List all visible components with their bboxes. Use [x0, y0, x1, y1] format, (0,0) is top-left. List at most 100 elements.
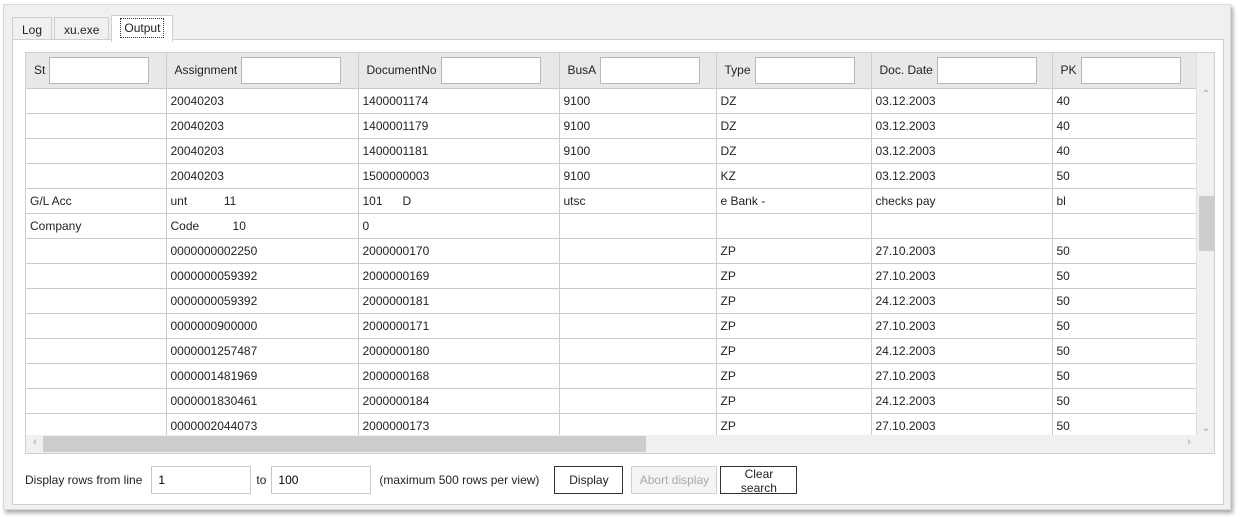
horizontal-scrollbar[interactable]: ‹ ›	[26, 435, 1214, 453]
table-row[interactable]: 20040203 1400001179 9100 DZ 03.12.2003 40	[26, 113, 1198, 139]
table-cell-documentno[interactable]: 2000000180	[358, 338, 560, 364]
table-cell-pk[interactable]: 50	[1052, 238, 1198, 264]
table-row[interactable]: Company Code 10 0	[26, 213, 1198, 239]
filter-input-st[interactable]	[49, 56, 150, 84]
table-cell-doc-date[interactable]: 24.12.2003	[871, 388, 1053, 414]
table-cell-st[interactable]	[26, 138, 167, 164]
table-cell-documentno[interactable]: 2000000171	[358, 313, 560, 339]
table-cell-pk[interactable]: bl	[1052, 188, 1198, 214]
table-cell-assignment[interactable]: 0000000059392	[166, 263, 359, 289]
table-cell-st[interactable]	[26, 363, 167, 389]
table-cell-assignment[interactable]: 0000001830461	[166, 388, 359, 414]
table-cell-doc-date[interactable]: 27.10.2003	[871, 263, 1053, 289]
table-cell-type[interactable]: DZ	[716, 113, 872, 139]
table-cell-st[interactable]	[26, 338, 167, 364]
filter-input-type[interactable]	[754, 56, 855, 84]
column-header-documentno[interactable]: DocumentNo	[358, 53, 560, 89]
table-cell-st[interactable]	[26, 288, 167, 314]
table-cell-type[interactable]: DZ	[716, 88, 872, 114]
table-row[interactable]: 0000000059392 2000000169 ZP 27.10.2003 50	[26, 263, 1198, 289]
filter-input-doc-date[interactable]	[936, 56, 1037, 84]
table-cell-pk[interactable]: 50	[1052, 263, 1198, 289]
table-cell-busa[interactable]	[559, 213, 717, 239]
table-cell-busa[interactable]: 9100	[559, 113, 717, 139]
column-header-assignment[interactable]: Assignment	[166, 53, 359, 89]
table-cell-assignment[interactable]: 20040203	[166, 163, 359, 189]
table-row[interactable]: 0000001481969 2000000168 ZP 27.10.2003 50	[26, 363, 1198, 389]
clear-search-button[interactable]: Clear search	[720, 466, 798, 495]
table-cell-doc-date[interactable]: 03.12.2003	[871, 163, 1053, 189]
table-cell-busa[interactable]	[559, 338, 717, 364]
table-row[interactable]: 0000000059392 2000000181 ZP 24.12.2003 50	[26, 288, 1198, 314]
display-button[interactable]: Display	[554, 466, 624, 494]
table-row[interactable]: 20040203 1500000003 9100 KZ 03.12.2003 50	[26, 163, 1198, 189]
table-row[interactable]: 20040203 1400001174 9100 DZ 03.12.2003 40	[26, 88, 1198, 114]
table-cell-pk[interactable]: 50	[1052, 163, 1198, 189]
table-cell-type[interactable]: ZP	[716, 363, 872, 389]
filter-input-busa[interactable]	[600, 56, 701, 84]
table-cell-pk[interactable]	[1052, 213, 1198, 239]
table-cell-documentno[interactable]: 2000000168	[358, 363, 560, 389]
table-cell-doc-date[interactable]: 03.12.2003	[871, 138, 1053, 164]
table-cell-assignment[interactable]: 0000001257487	[166, 338, 359, 364]
table-cell-busa[interactable]	[559, 363, 717, 389]
table-cell-type[interactable]: ZP	[716, 238, 872, 264]
table-cell-assignment[interactable]: 0000000059392	[166, 288, 359, 314]
table-cell-type[interactable]: ZP	[716, 263, 872, 289]
table-cell-doc-date[interactable]: 24.12.2003	[871, 288, 1053, 314]
table-cell-doc-date[interactable]: 27.10.2003	[871, 238, 1053, 264]
table-cell-pk[interactable]: 50	[1052, 338, 1198, 364]
table-cell-type[interactable]: KZ	[716, 163, 872, 189]
column-header-doc-date[interactable]: Doc. Date	[871, 53, 1053, 89]
table-cell-documentno[interactable]: 1400001181	[358, 138, 560, 164]
column-header-type[interactable]: Type	[716, 53, 872, 89]
table-cell-st[interactable]	[26, 88, 167, 114]
filter-input-assignment[interactable]	[241, 56, 342, 84]
table-cell-assignment[interactable]: Code 10	[166, 213, 359, 239]
table-cell-documentno[interactable]: 2000000184	[358, 388, 560, 414]
table-row[interactable]: 0000000900000 2000000171 ZP 27.10.2003 50	[26, 313, 1198, 339]
table-row[interactable]: 0000001830461 2000000184 ZP 24.12.2003 50	[26, 388, 1198, 414]
to-line-input[interactable]	[271, 466, 372, 494]
table-cell-busa[interactable]	[559, 288, 717, 314]
vertical-scrollbar[interactable]: ⌃ ⌄	[1196, 53, 1214, 436]
table-cell-doc-date[interactable]: checks pay	[871, 188, 1053, 214]
chevron-up-icon[interactable]: ⌃	[1197, 89, 1214, 100]
table-cell-assignment[interactable]: 0000001481969	[166, 363, 359, 389]
table-cell-documentno[interactable]: 2000000169	[358, 263, 560, 289]
filter-input-pk[interactable]	[1080, 56, 1181, 84]
table-cell-st[interactable]	[26, 163, 167, 189]
table-cell-st[interactable]	[26, 238, 167, 264]
table-cell-busa[interactable]: 9100	[559, 163, 717, 189]
table-cell-documentno[interactable]: 101 D	[358, 188, 560, 214]
table-row[interactable]: 0000000002250 2000000170 ZP 27.10.2003 50	[26, 238, 1198, 264]
table-cell-assignment[interactable]: 20040203	[166, 113, 359, 139]
vertical-scroll-thumb[interactable]	[1199, 196, 1214, 251]
table-cell-doc-date[interactable]: 03.12.2003	[871, 88, 1053, 114]
table-cell-pk[interactable]: 50	[1052, 363, 1198, 389]
chevron-right-icon[interactable]: ›	[1182, 436, 1196, 448]
table-cell-pk[interactable]: 50	[1052, 388, 1198, 414]
table-row[interactable]: 20040203 1400001181 9100 DZ 03.12.2003 40	[26, 138, 1198, 164]
table-cell-documentno[interactable]: 1500000003	[358, 163, 560, 189]
table-cell-type[interactable]: ZP	[716, 288, 872, 314]
table-cell-st[interactable]	[26, 263, 167, 289]
table-cell-assignment[interactable]: 0000000002250	[166, 238, 359, 264]
table-cell-st[interactable]: G/L Acc	[26, 188, 167, 214]
table-cell-doc-date[interactable]: 27.10.2003	[871, 313, 1053, 339]
table-cell-pk[interactable]: 40	[1052, 88, 1198, 114]
table-cell-busa[interactable]	[559, 313, 717, 339]
column-header-busa[interactable]: BusA	[559, 53, 717, 89]
filter-input-documentno[interactable]	[440, 56, 541, 84]
table-cell-busa[interactable]: 9100	[559, 88, 717, 114]
table-cell-type[interactable]: ZP	[716, 388, 872, 414]
table-cell-documentno[interactable]: 1400001179	[358, 113, 560, 139]
table-cell-busa[interactable]	[559, 238, 717, 264]
table-row[interactable]: G/L Acc unt 11 101 Dutsc e Bank - checks pay…	[26, 188, 1198, 214]
column-header-st[interactable]: St	[26, 53, 167, 89]
table-cell-st[interactable]	[26, 313, 167, 339]
table-row[interactable]: 0000001257487 2000000180 ZP 24.12.2003 50	[26, 338, 1198, 364]
horizontal-scroll-thumb[interactable]	[43, 436, 646, 452]
table-cell-st[interactable]	[26, 388, 167, 414]
table-cell-type[interactable]: ZP	[716, 313, 872, 339]
